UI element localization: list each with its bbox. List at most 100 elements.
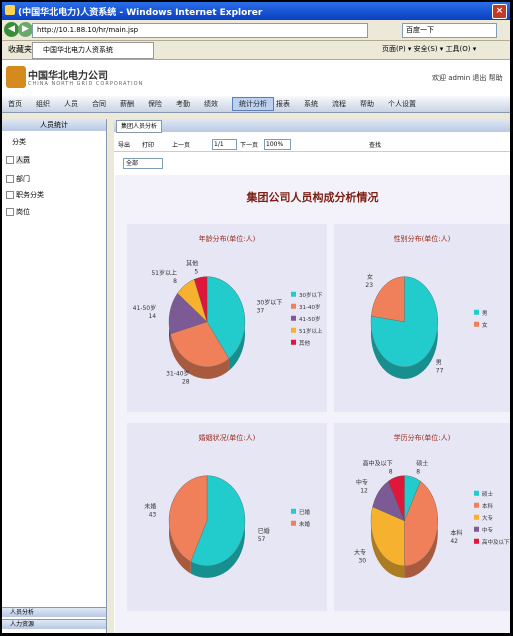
print-button[interactable]: 打印 — [142, 140, 154, 149]
forward-icon[interactable]: ▶ — [18, 22, 33, 37]
legend-label-1: 女 — [482, 321, 488, 329]
slice-value-4: 8 — [389, 468, 393, 475]
tree-item-0[interactable]: 人员 — [6, 155, 30, 165]
pie-chart: 男77女23男女 — [365, 273, 488, 379]
zoom-select[interactable]: 100% — [264, 139, 291, 150]
tab-report[interactable]: 集团人员分析 — [116, 120, 163, 133]
menu-item-12[interactable]: 帮助 — [360, 99, 374, 109]
slice-label-1: 31-40岁 — [166, 370, 189, 378]
search-input[interactable]: 百度一下 — [402, 23, 497, 38]
legend-label-0: 硕士 — [482, 490, 494, 498]
menu-item-0[interactable]: 首页 — [8, 99, 22, 109]
ie-tools[interactable]: 页面(P) ▾ 安全(S) ▾ 工具(O) ▾ — [382, 44, 476, 54]
chart-card-gender: 性别分布(单位:人) 男 77 女 23 男女 — [334, 224, 510, 412]
legend-swatch-4 — [291, 339, 296, 345]
slice-value-0: 77 — [436, 368, 444, 375]
tree-node-icon — [6, 156, 14, 164]
legend-swatch-2 — [474, 514, 479, 520]
page-input[interactable]: 1/1 — [212, 139, 237, 150]
pie-slice-1[interactable] — [371, 276, 405, 322]
legend-swatch-0 — [291, 291, 296, 297]
slice-value-1: 42 — [450, 538, 458, 545]
browser-tab[interactable]: 中国华北电力人资系统 — [32, 42, 154, 59]
back-icon[interactable]: ◀ — [4, 22, 19, 37]
slice-label-3: 51岁以上 — [151, 269, 177, 277]
next-page-button[interactable]: 下一页 — [240, 140, 258, 149]
slice-value-0: 8 — [416, 468, 420, 475]
menu-item-11[interactable]: 流程 — [332, 99, 346, 109]
menu-item-8[interactable]: 统计分析 — [232, 97, 274, 111]
legend-swatch-1 — [474, 502, 479, 508]
left-panel-sub: 分类 — [12, 138, 26, 146]
slice-value-1: 28 — [182, 379, 190, 386]
legend-label-0: 已婚 — [299, 508, 311, 516]
slice-label-3: 中专 — [356, 478, 368, 486]
legend-label-1: 本科 — [482, 502, 494, 510]
menu-item-9[interactable]: 报表 — [276, 99, 290, 109]
prev-page-button[interactable]: 上一页 — [172, 140, 190, 149]
chart-card-age: 年龄分布(单位:人) 30岁以下 37 31-40岁 28 41-50岁 14 51岁以上 8 其… — [127, 224, 327, 412]
slice-label-2: 大专 — [354, 548, 366, 556]
legend-label-3: 中专 — [482, 526, 494, 534]
legend-label-2: 41-50岁 — [299, 315, 320, 323]
report-toolbar: 导出 打印 上一页 1/1 下一页 100% 查找 — [114, 137, 510, 152]
main-tab-bar: 集团人员分析 — [114, 119, 510, 133]
slice-value-0: 57 — [258, 536, 266, 543]
user-info[interactable]: 欢迎 admin 退出 帮助 — [432, 73, 503, 83]
legend-swatch-1 — [291, 520, 296, 526]
left-panel-footer-2[interactable]: 人力资源 — [2, 619, 106, 629]
main-area: 集团人员分析 导出 打印 上一页 1/1 下一页 100% 查找 全部 集团公司… — [114, 119, 510, 633]
left-panel-title: 人员统计 — [2, 119, 106, 131]
legend-swatch-3 — [474, 526, 479, 532]
tree-node-icon — [6, 208, 14, 216]
menu-item-7[interactable]: 绩效 — [204, 99, 218, 109]
tree-item-1[interactable]: 部门 — [6, 174, 30, 184]
company-name-en: CHINA NORTH GRID CORPORATION — [28, 81, 144, 87]
menu-item-1[interactable]: 组织 — [36, 99, 50, 109]
filter-select[interactable]: 全部 — [123, 158, 163, 169]
tree-item-2[interactable]: 职务分类 — [6, 190, 44, 200]
legend-swatch-0 — [474, 490, 479, 496]
browser-window: (中国华北电力)人资系统 - Windows Internet Explorer… — [2, 2, 510, 633]
legend-label-1: 未婚 — [299, 520, 311, 528]
menu-item-10[interactable]: 系统 — [304, 99, 318, 109]
slice-value-2: 14 — [148, 313, 156, 320]
menu-item-5[interactable]: 保险 — [148, 99, 162, 109]
legend-swatch-1 — [474, 321, 479, 327]
find-button[interactable]: 查找 — [369, 140, 381, 149]
menu-item-2[interactable]: 人员 — [64, 99, 78, 109]
url-input[interactable]: http://10.1.88.10/hr/main.jsp — [32, 23, 368, 38]
report-canvas: 集团公司人员构成分析情况 年龄分布(单位:人) 30岁以下 37 31-40岁 28 41… — [115, 175, 510, 633]
export-button[interactable]: 导出 — [118, 140, 130, 149]
menu-item-13[interactable]: 个人设置 — [388, 99, 416, 109]
menu-item-3[interactable]: 合同 — [92, 99, 106, 109]
favorites-bar: 收藏夹 中国华北电力人资系统 页面(P) ▾ 安全(S) ▾ 工具(O) ▾ — [2, 41, 510, 60]
legend-label-4: 其他 — [299, 339, 311, 347]
company-name: 中国华北电力公司 — [28, 71, 108, 82]
legend-label-2: 大专 — [482, 514, 494, 522]
favorites-button[interactable]: 收藏夹 — [8, 44, 32, 55]
tree-item-3[interactable]: 岗位 — [6, 207, 30, 217]
legend-swatch-0 — [474, 309, 479, 315]
legend-label-1: 31-40岁 — [299, 303, 320, 311]
menu-item-4[interactable]: 薪酬 — [120, 99, 134, 109]
title-bar: (中国华北电力)人资系统 - Windows Internet Explorer… — [2, 2, 510, 20]
legend-label-3: 51岁以上 — [299, 327, 323, 335]
legend-swatch-2 — [291, 315, 296, 321]
menu-item-6[interactable]: 考勤 — [176, 99, 190, 109]
slice-label-1: 本科 — [450, 529, 462, 537]
pie-chart: 硕士8本科42大专30中专12高中及以下8硕士本科大专中专高中及以下 — [354, 459, 510, 578]
legend-swatch-1 — [291, 303, 296, 309]
slice-value-1: 43 — [149, 511, 157, 518]
legend-swatch-3 — [291, 327, 296, 333]
slice-label-1: 女 — [367, 273, 373, 281]
legend-label-0: 男 — [482, 310, 488, 317]
address-bar: ◀ ▶ http://10.1.88.10/hr/main.jsp 百度一下 — [2, 20, 510, 41]
close-icon[interactable]: × — [492, 4, 507, 19]
left-panel-footer-1[interactable]: 人员分析 — [2, 607, 106, 617]
slice-value-1: 23 — [365, 282, 373, 289]
slice-label-4: 其他 — [186, 259, 198, 267]
legend-label-4: 高中及以下 — [482, 538, 510, 546]
legend-swatch-4 — [474, 538, 479, 544]
company-logo-icon — [6, 66, 26, 88]
